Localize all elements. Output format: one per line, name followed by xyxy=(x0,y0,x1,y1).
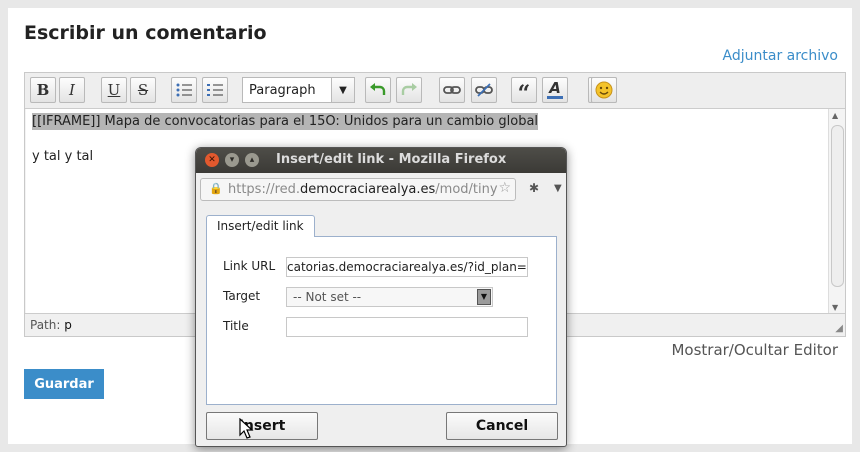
element-path: Path: p xyxy=(30,318,72,332)
target-label: Target xyxy=(223,289,261,303)
numbered-list-button[interactable] xyxy=(202,77,228,103)
editor-toolbar: B I U S Paragraph ▼ “ A xyxy=(25,73,845,109)
link-form-panel: Link URL catorias.democraciarealya.es/?i… xyxy=(206,236,557,405)
dialog-titlebar[interactable]: ✕ ▾ ▴ Insert/edit link - Mozilla Firefox xyxy=(196,148,566,173)
chevron-down-icon: ▼ xyxy=(331,78,354,102)
format-dropdown[interactable]: Paragraph ▼ xyxy=(242,77,355,103)
lock-icon: 🔒 xyxy=(209,182,223,195)
target-value: -- Not set -- xyxy=(293,290,362,304)
address-url: https://red.democraciarealya.es/mod/tiny xyxy=(228,182,498,197)
dialog-title: Insert/edit link - Mozilla Firefox xyxy=(276,152,507,167)
title-input[interactable] xyxy=(286,317,528,337)
format-value: Paragraph xyxy=(249,82,316,98)
text-color-swatch xyxy=(547,96,563,99)
mouse-pointer-icon xyxy=(239,418,254,439)
maximize-icon[interactable]: ▴ xyxy=(245,153,259,167)
italic-button[interactable]: I xyxy=(59,77,85,103)
undo-button[interactable] xyxy=(365,77,391,103)
iframe-placeholder-text: [[IFRAME]] Mapa de convocatorias para el… xyxy=(32,113,539,130)
insert-link-dialog: ✕ ▾ ▴ Insert/edit link - Mozilla Firefox… xyxy=(195,147,567,447)
text-color-button[interactable]: A xyxy=(542,77,568,103)
text-color-icon: A xyxy=(549,79,561,97)
strikethrough-button[interactable]: S xyxy=(130,77,156,103)
quote-icon: “ xyxy=(517,81,531,107)
insert-link-button[interactable] xyxy=(439,77,465,103)
link-url-input[interactable]: catorias.democraciarealya.es/?id_plan=3 xyxy=(286,257,528,277)
chevron-down-icon: ▼ xyxy=(477,289,491,305)
unlink-icon xyxy=(475,83,493,97)
path-value[interactable]: p xyxy=(64,318,72,332)
chevron-down-icon[interactable]: ▼ xyxy=(554,183,562,194)
bullet-list-icon xyxy=(176,83,192,97)
cancel-button[interactable]: Cancel xyxy=(446,412,558,440)
addon-icon[interactable]: ✱ xyxy=(529,181,539,195)
bullet-list-button[interactable] xyxy=(171,77,197,103)
numbered-list-icon xyxy=(207,84,223,96)
attach-file-link[interactable]: Adjuntar archivo xyxy=(723,48,838,64)
link-icon xyxy=(443,86,461,94)
title-label: Title xyxy=(223,319,249,333)
unlink-button[interactable] xyxy=(471,77,497,103)
page-title: Escribir un comentario xyxy=(24,22,267,44)
toggle-editor-link[interactable]: Mostrar/Ocultar Editor xyxy=(671,341,838,359)
close-icon[interactable]: ✕ xyxy=(205,153,219,167)
path-label: Path: xyxy=(30,318,61,332)
address-bar[interactable]: 🔒 https://red.democraciarealya.es/mod/ti… xyxy=(200,178,516,201)
link-url-label: Link URL xyxy=(223,259,276,273)
redo-icon xyxy=(401,83,417,95)
blockquote-button[interactable]: “ xyxy=(511,77,537,107)
resize-handle-icon[interactable]: ◢ xyxy=(835,323,843,334)
emoticon-button[interactable] xyxy=(591,77,617,103)
scroll-down-icon[interactable]: ▼ xyxy=(832,303,838,312)
save-button[interactable]: Guardar xyxy=(24,369,104,399)
target-select[interactable]: -- Not set -- ▼ xyxy=(286,287,493,307)
bookmark-star-icon[interactable]: ☆ xyxy=(498,180,511,196)
scroll-up-icon[interactable]: ▲ xyxy=(832,111,838,120)
minimize-icon[interactable]: ▾ xyxy=(225,153,239,167)
redo-button[interactable] xyxy=(396,77,422,103)
insert-button[interactable]: Insert xyxy=(206,412,318,440)
smiley-icon xyxy=(595,81,613,99)
content-text: y tal y tal xyxy=(32,149,94,164)
tab-insert-edit-link[interactable]: Insert/edit link xyxy=(206,215,315,237)
underline-button[interactable]: U xyxy=(101,77,127,103)
editor-scrollbar[interactable]: ▲ ▼ xyxy=(828,109,845,314)
bold-button[interactable]: B xyxy=(30,77,56,103)
undo-icon xyxy=(370,83,386,95)
scrollbar-thumb[interactable] xyxy=(831,125,844,287)
